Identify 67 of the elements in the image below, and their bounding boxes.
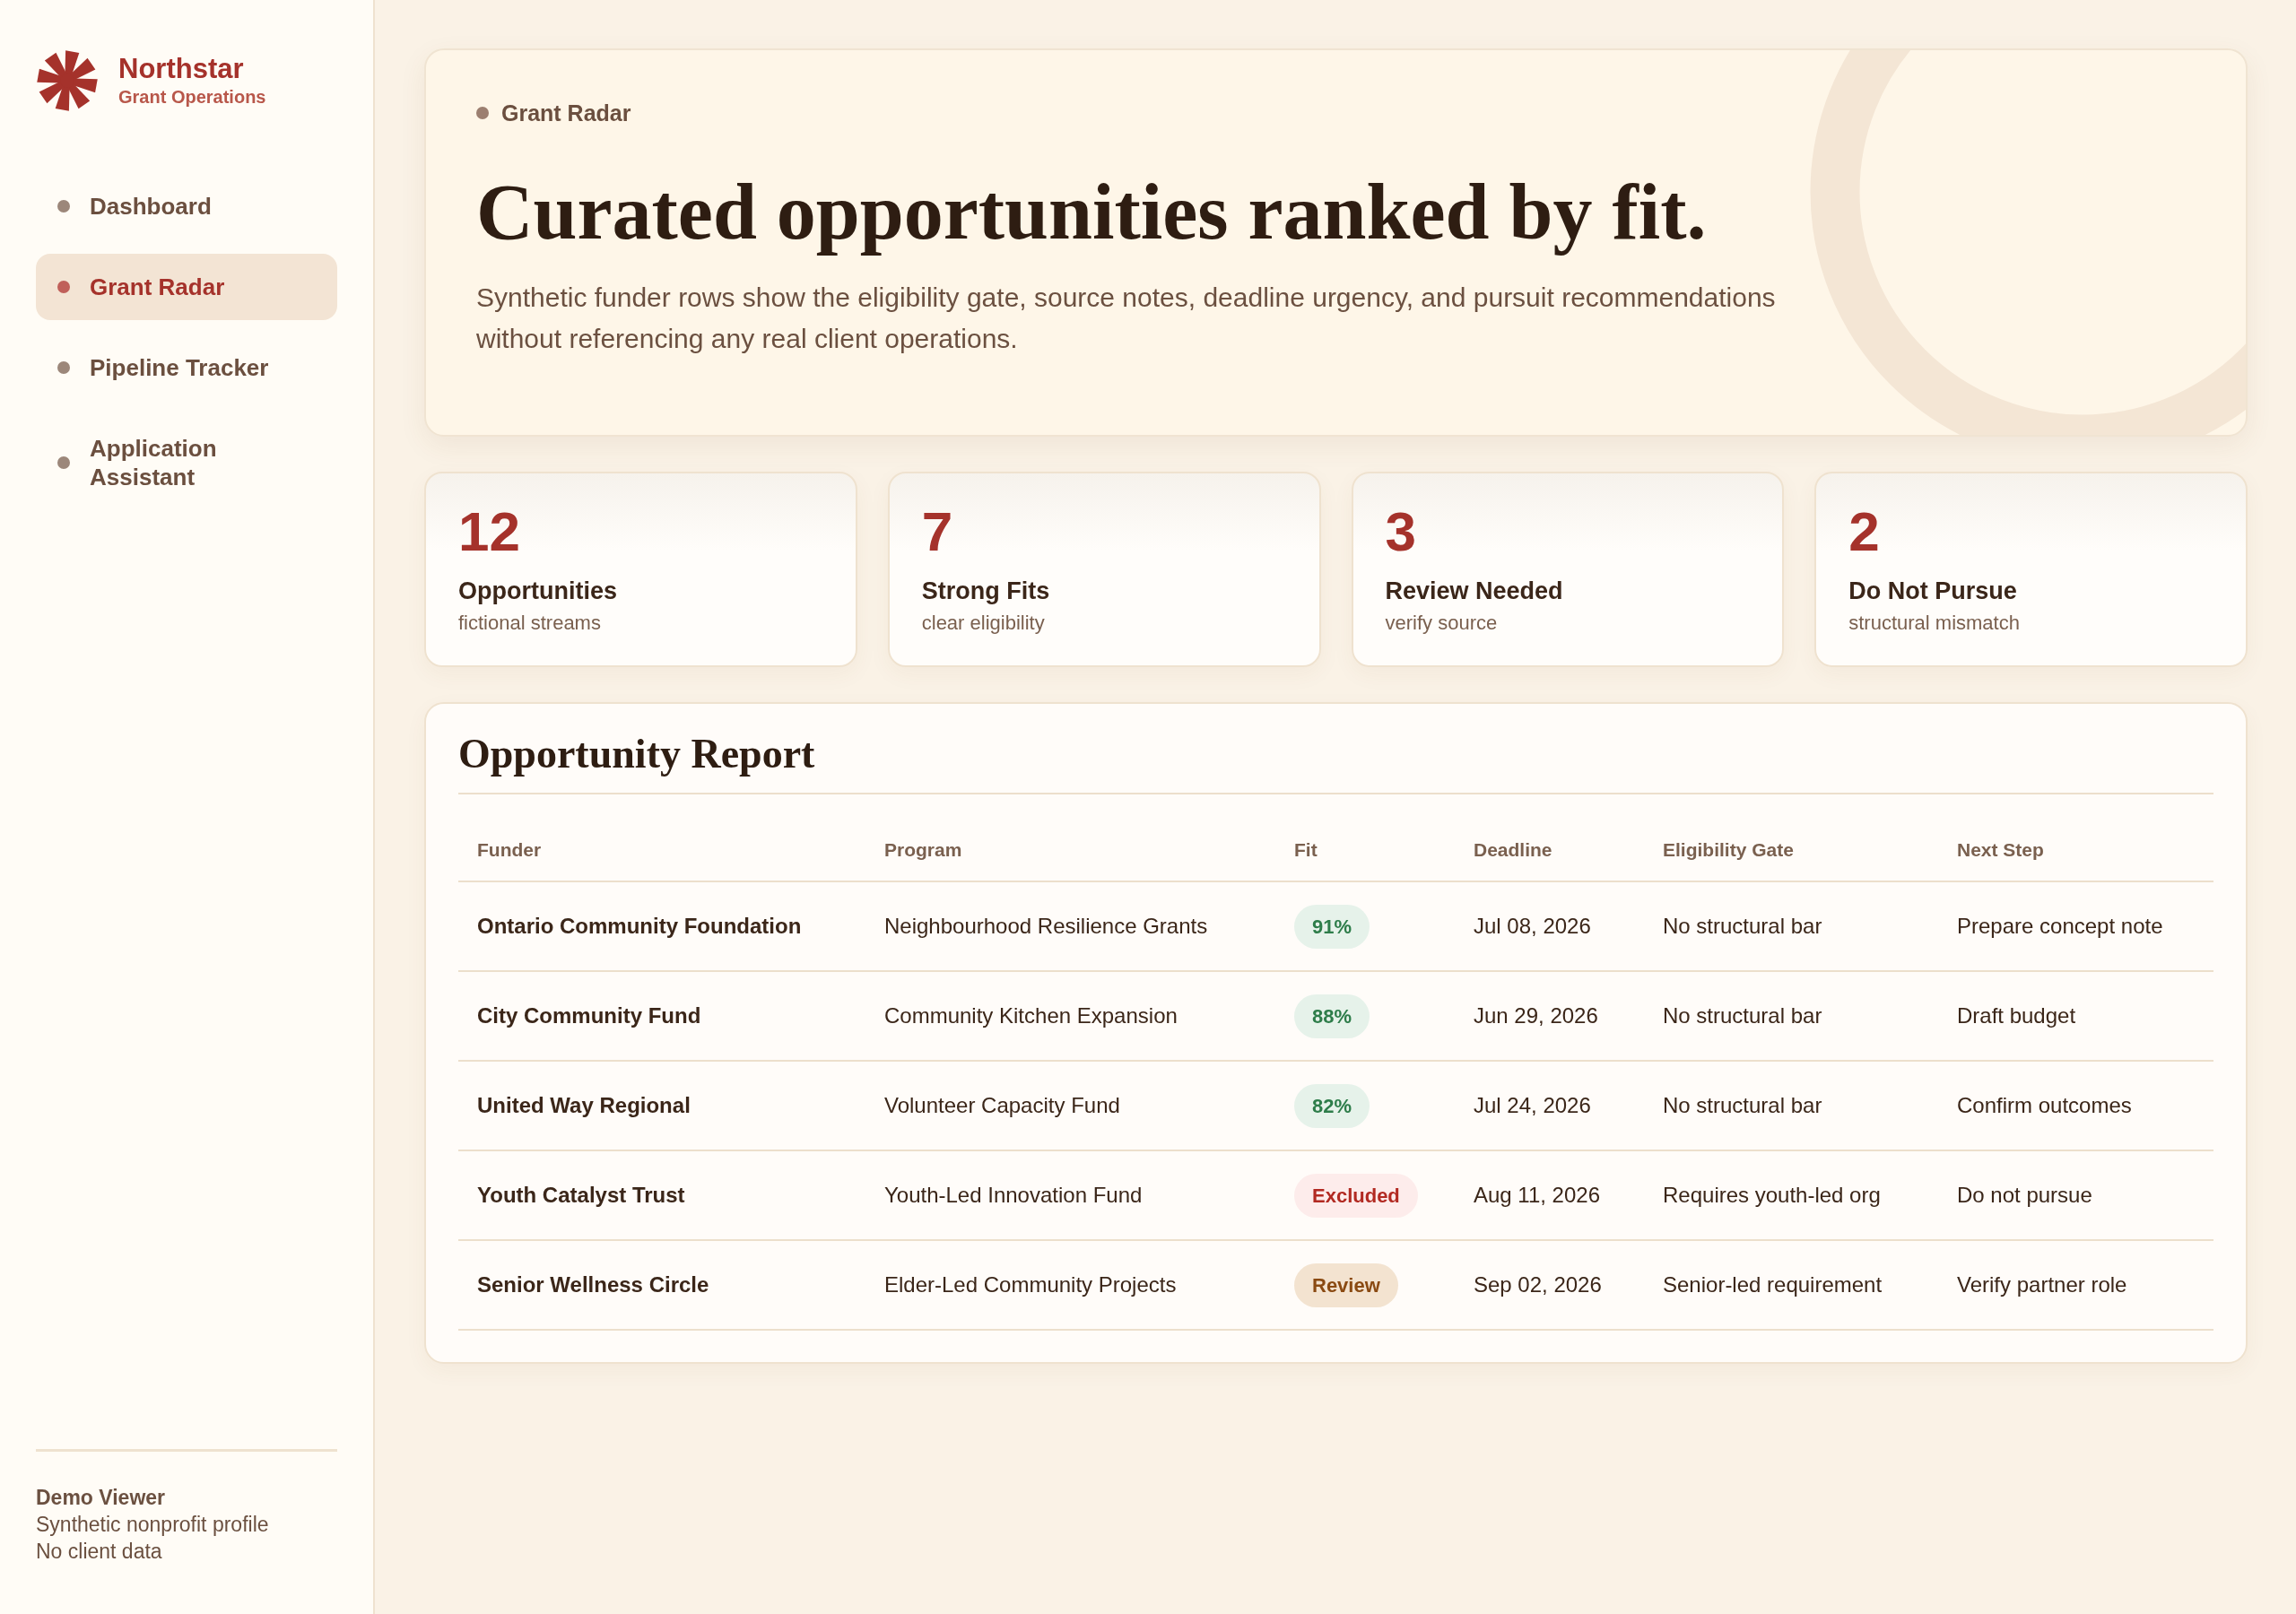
deadline-date: Jul 24, 2026	[1455, 1061, 1644, 1150]
next-step: Prepare concept note	[1938, 881, 2213, 971]
program-name: Youth-Led Innovation Fund	[865, 1150, 1275, 1240]
brand-name: Northstar	[118, 53, 245, 85]
funder-name: Ontario Community Foundation	[458, 881, 865, 971]
fit-badge: Excluded	[1294, 1173, 1418, 1218]
dot-icon	[57, 200, 70, 213]
dot-icon	[57, 456, 70, 469]
fit-badge: Review	[1294, 1263, 1398, 1307]
stat-label: Opportunities	[458, 577, 618, 606]
deadline-date: Jun 29, 2026	[1455, 971, 1644, 1061]
stat-label: Strong Fits	[921, 577, 1051, 606]
program-name: Elder-Led Community Projects	[865, 1240, 1275, 1330]
eligibility-gate: No structural bar	[1644, 1061, 1938, 1150]
stat-note: verify source	[1385, 611, 1499, 636]
dot-icon	[476, 107, 489, 119]
column-header: Eligibility Gate	[1644, 794, 1938, 881]
funder-name: United Way Regional	[458, 1061, 865, 1150]
funder-name: Senior Wellness Circle	[458, 1240, 865, 1330]
eligibility-gate: Senior-led requirement	[1644, 1240, 1938, 1330]
dot-icon	[57, 281, 70, 293]
page-description: Synthetic funder rows show the eligibility gate, source notes, deadline urgency, and pursuit recommendations without referencing any real client operations.	[476, 282, 1777, 355]
next-step: Do not pursue	[1938, 1150, 2213, 1240]
column-header: Funder	[458, 794, 865, 881]
column-header: Next Step	[1938, 794, 2213, 881]
stat-value: 12	[458, 502, 521, 561]
fit-badge: 91%	[1294, 904, 1370, 949]
next-step: Verify partner role	[1938, 1240, 2213, 1330]
stat-value: 7	[921, 502, 954, 561]
program-name: Volunteer Capacity Fund	[865, 1061, 1275, 1150]
logo-icon	[36, 48, 99, 113]
nav-item[interactable]: Application Assistant	[36, 415, 337, 510]
stat-note: structural mismatch	[1848, 611, 2021, 636]
deadline-date: Sep 02, 2026	[1455, 1240, 1644, 1330]
eyebrow-label: Grant Radar	[501, 100, 631, 127]
report-title: Opportunity Report	[458, 731, 2213, 794]
column-header: Fit	[1275, 794, 1455, 881]
column-header: Deadline	[1455, 794, 1644, 881]
funder-name: City Community Fund	[458, 971, 865, 1061]
funder-name: Youth Catalyst Trust	[458, 1150, 865, 1240]
nav-item[interactable]: Pipeline Tracker	[36, 334, 337, 401]
dot-icon	[57, 361, 70, 374]
page-title: Curated opportunities ranked by fit.	[476, 168, 1708, 257]
stat-label: Review Needed	[1385, 577, 1564, 606]
profile-detail: Synthetic nonprofit profile	[36, 1512, 270, 1538]
next-step: Draft budget	[1938, 971, 2213, 1061]
stat-value: 3	[1385, 502, 1417, 561]
deadline-date: Jul 08, 2026	[1455, 881, 1644, 971]
deadline-date: Aug 11, 2026	[1455, 1150, 1644, 1240]
nav-item[interactable]: Grant Radar	[36, 254, 337, 320]
profile-detail: No client data	[36, 1539, 163, 1565]
program-name: Community Kitchen Expansion	[865, 971, 1275, 1061]
stat-label: Do Not Pursue	[1848, 577, 2018, 606]
nav-item[interactable]: Dashboard	[36, 173, 337, 239]
brand-tagline: Grant Operations	[118, 86, 266, 108]
next-step: Confirm outcomes	[1938, 1061, 2213, 1150]
eligibility-gate: No structural bar	[1644, 971, 1938, 1061]
fit-badge: 88%	[1294, 994, 1370, 1038]
stat-note: clear eligibility	[921, 611, 1046, 636]
stat-note: fictional streams	[458, 611, 602, 636]
eligibility-gate: No structural bar	[1644, 881, 1938, 971]
eligibility-gate: Requires youth-led org	[1644, 1150, 1938, 1240]
program-name: Neighbourhood Resilience Grants	[865, 881, 1275, 971]
column-header: Program	[865, 794, 1275, 881]
profile-name: Demo Viewer	[36, 1485, 167, 1511]
fit-badge: 82%	[1294, 1083, 1370, 1128]
stat-value: 2	[1848, 502, 1881, 561]
